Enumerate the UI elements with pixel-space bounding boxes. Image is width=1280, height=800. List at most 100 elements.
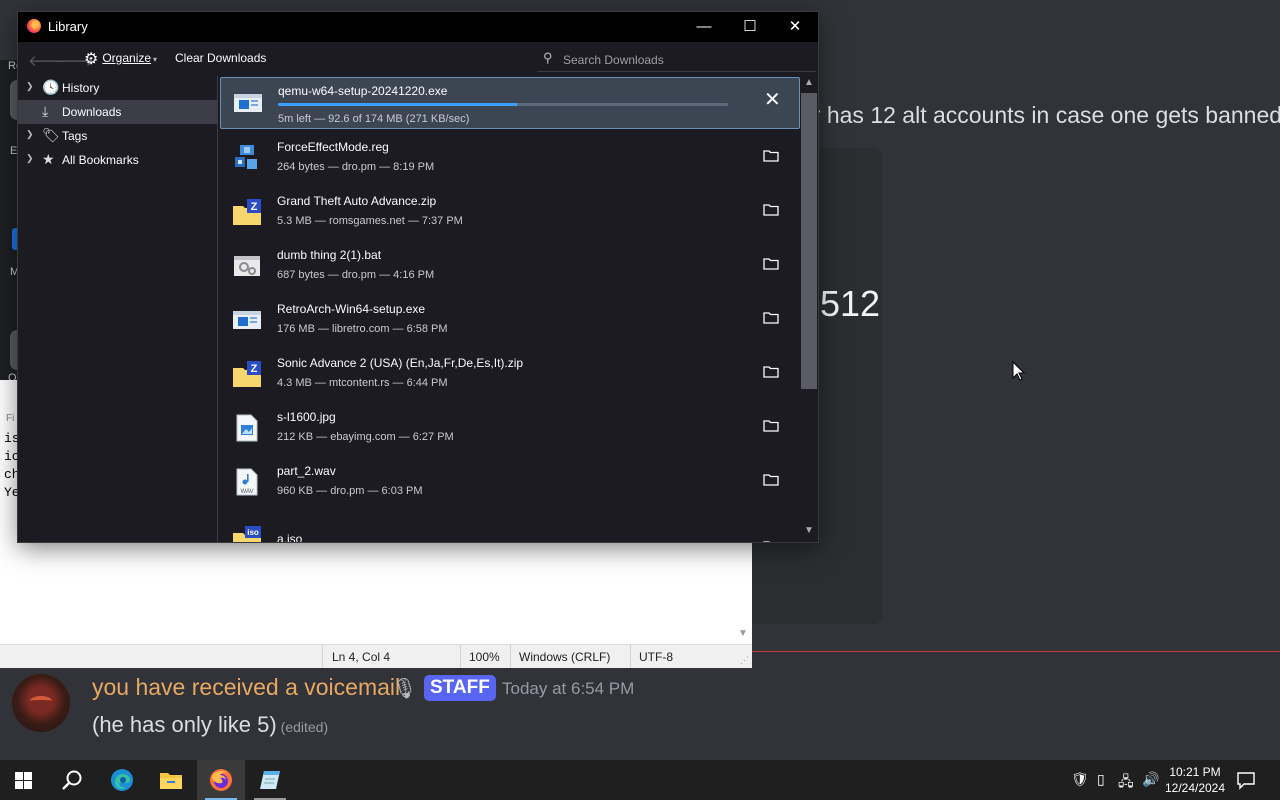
search-input[interactable]	[561, 50, 805, 70]
chevron-down-icon: ▾	[153, 55, 158, 64]
chevron-right-icon[interactable]: ❯	[26, 81, 34, 92]
download-item[interactable]: Z Sonic Advance 2 (USA) (En,Ja,Fr,De,Es,…	[218, 348, 800, 402]
download-progress-bar	[278, 103, 728, 106]
chevron-right-icon[interactable]: ❯	[26, 129, 34, 140]
download-file-name: s-l1600.jpg	[277, 410, 336, 424]
download-item[interactable]: Z Grand Theft Auto Advance.zip 5.3 MB — …	[218, 186, 800, 240]
download-file-name: part_2.wav	[277, 464, 336, 478]
maximize-button[interactable]: ☐	[727, 12, 773, 42]
folder-icon[interactable]	[763, 203, 779, 216]
download-file-name: dumb thing 2(1).bat	[277, 248, 382, 262]
zip-file-icon: Z	[233, 361, 261, 387]
downloads-scrollbar[interactable]: ▲ ▼	[800, 76, 818, 542]
download-file-name: qemu-w64-setup-20241220.exe	[278, 84, 448, 98]
sidebar-item-downloads[interactable]: ⤓ Downloads	[18, 100, 217, 124]
download-meta: 687 bytes — dro.pm — 4:16 PM	[277, 269, 435, 281]
exe-file-icon	[234, 94, 262, 112]
scroll-down-arrow-icon[interactable]: ▼	[738, 628, 748, 639]
download-item[interactable]: s-l1600.jpg 212 KB — ebayimg.com — 6:27 …	[218, 402, 800, 456]
search-icon: ⚲	[543, 50, 553, 65]
system-clock[interactable]: 10:21 PM 12/24/2024	[1162, 764, 1228, 796]
chevron-right-icon[interactable]: ❯	[26, 153, 34, 164]
close-button[interactable]: ✕	[772, 12, 818, 42]
avatar[interactable]	[12, 674, 70, 732]
download-item[interactable]: iso a.iso	[218, 510, 800, 542]
edge-icon	[111, 769, 133, 791]
edited-marker: (edited)	[280, 719, 329, 735]
status-bar: Ln 4, Col 4 100% Windows (CRLF) UTF-8 ⋰	[0, 644, 752, 668]
volume-icon[interactable]: 🔊	[1142, 771, 1159, 788]
tag-icon: 🏷	[42, 127, 60, 143]
svg-text:WAV: WAV	[241, 489, 254, 495]
star-icon: ★	[42, 151, 55, 167]
folder-icon[interactable]	[763, 473, 779, 486]
clear-downloads-button[interactable]: Clear Downloads	[175, 51, 266, 65]
clock-icon: 🕓	[42, 79, 60, 95]
reg-file-icon	[235, 145, 257, 169]
audio-file-icon: WAV	[236, 468, 258, 496]
download-meta: 264 bytes — dro.pm — 8:19 PM	[277, 161, 435, 173]
download-meta: 960 KB — dro.pm — 6:03 PM	[277, 485, 423, 497]
usb-icon[interactable]: ▯	[1097, 771, 1105, 788]
message-body: (he has only like 5) (edited)	[92, 712, 328, 738]
download-item-active[interactable]: qemu-w64-setup-20241220.exe 5m left — 92…	[220, 77, 800, 129]
encoding: UTF-8	[639, 650, 673, 664]
embed-number: 512	[820, 283, 881, 324]
sidebar-item-label: Tags	[62, 129, 88, 143]
scroll-up-arrow-icon[interactable]: ▲	[804, 77, 814, 88]
message-author[interactable]: you have received a voicemail	[92, 674, 400, 701]
organize-menu-button[interactable]: ⚙ Organize ▾	[84, 49, 157, 69]
download-file-name: RetroArch-Win64-setup.exe	[277, 302, 426, 316]
taskbar-edge[interactable]	[98, 760, 146, 800]
exe-file-icon	[233, 311, 261, 329]
toolbar: 🡐 🡒 ⚙ Organize ▾ Clear Downloads ⚲	[18, 42, 818, 76]
cancel-download-button[interactable]: ✕	[764, 90, 781, 110]
fragment-text: E	[10, 145, 18, 157]
folder-icon[interactable]	[763, 311, 779, 324]
search-box[interactable]: ⚲	[537, 47, 816, 72]
sidebar-item-label: Downloads	[62, 105, 122, 119]
window-title: Library	[48, 19, 88, 34]
download-file-name: a.iso	[277, 532, 303, 542]
scroll-down-arrow-icon[interactable]: ▼	[804, 525, 814, 536]
download-item[interactable]: dumb thing 2(1).bat 687 bytes — dro.pm —…	[218, 240, 800, 294]
folder-icon[interactable]	[763, 540, 779, 542]
resize-grip-icon[interactable]: ⋰	[740, 655, 749, 666]
folder-icon[interactable]	[763, 419, 779, 432]
minimize-button[interactable]: —	[681, 12, 727, 42]
title-bar[interactable]: Library — ☐ ✕	[18, 12, 818, 42]
folder-icon[interactable]	[763, 149, 779, 162]
organize-label: Organize	[102, 51, 152, 65]
sidebar-item-tags[interactable]: ❯ 🏷 Tags	[18, 124, 217, 148]
download-progress-fill	[278, 103, 517, 106]
sidebar-tree: ❯ 🕓 History ⤓ Downloads ❯ 🏷 Tags ❯ ★ All…	[18, 76, 218, 542]
sidebar-item-all-bookmarks[interactable]: ❯ ★ All Bookmarks	[18, 148, 217, 172]
taskbar-notepad[interactable]	[246, 760, 294, 800]
sidebar-item-history[interactable]: ❯ 🕓 History	[18, 76, 217, 100]
image-file-icon	[236, 414, 258, 442]
search-button[interactable]	[48, 760, 96, 800]
new-messages-divider	[752, 651, 1280, 652]
download-item[interactable]: ForceEffectMode.reg 264 bytes — dro.pm —…	[218, 132, 800, 186]
zip-file-icon: Z	[233, 199, 261, 225]
folder-icon[interactable]	[763, 257, 779, 270]
taskbar-firefox[interactable]	[197, 760, 245, 800]
notification-icon[interactable]	[1236, 770, 1256, 790]
taskbar-file-explorer[interactable]	[147, 760, 195, 800]
download-item[interactable]: RetroArch-Win64-setup.exe 176 MB — libre…	[218, 294, 800, 348]
scrollbar-thumb[interactable]	[801, 93, 817, 389]
download-file-name: Sonic Advance 2 (USA) (En,Ja,Fr,De,Es,It…	[277, 356, 524, 370]
sidebar-item-label: All Bookmarks	[62, 153, 139, 167]
folder-icon[interactable]	[763, 365, 779, 378]
download-file-name: Grand Theft Auto Advance.zip	[277, 194, 437, 208]
chat-message: you have received a voicemail 🎙 STAFF To…	[0, 668, 1280, 760]
gear-icon: ⚙	[84, 51, 99, 68]
download-item[interactable]: WAV part_2.wav 960 KB — dro.pm — 6:03 PM	[218, 456, 800, 510]
start-button[interactable]	[0, 760, 48, 800]
network-icon[interactable]: 🖧	[1118, 771, 1134, 795]
library-window[interactable]: Library — ☐ ✕ 🡐 🡒 ⚙ Organize ▾ Clear Downl…	[18, 12, 818, 542]
message-content: (he has only like 5)	[92, 712, 277, 737]
zoom-level: 100%	[469, 650, 500, 664]
download-status: 5m left — 92.6 of 174 MB (271 KB/sec)	[278, 113, 470, 125]
shield-icon[interactable]: 🛡	[1071, 771, 1089, 788]
